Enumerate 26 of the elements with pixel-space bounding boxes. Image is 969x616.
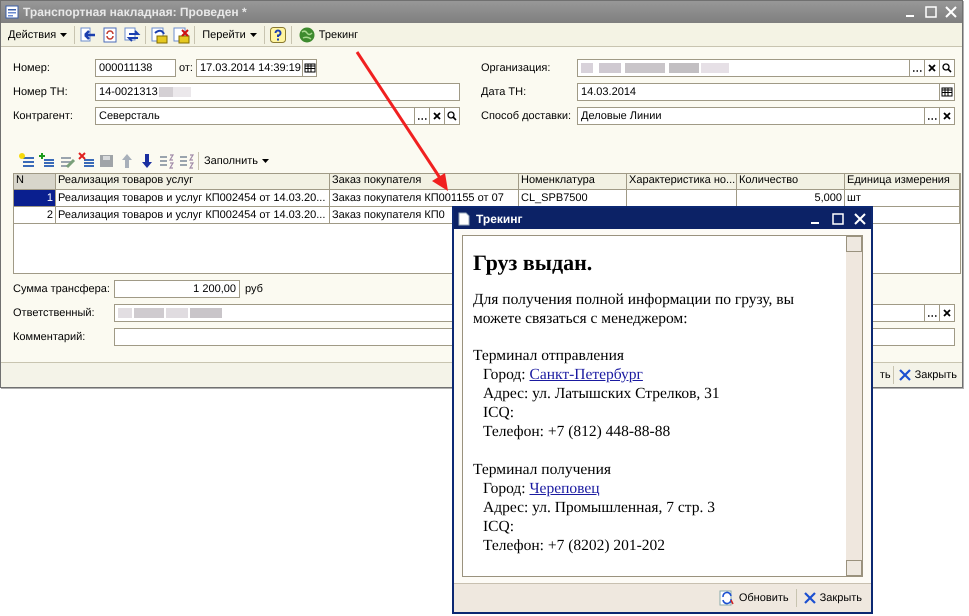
terminal-title: Терминал отправления xyxy=(473,346,625,365)
field-label: Организация: xyxy=(481,62,552,74)
intro-text: Для получения полной информации по грузу, вы можете связаться с менеджером: xyxy=(473,290,795,328)
currency-label: руб xyxy=(245,283,263,295)
icq-label: ICQ: xyxy=(483,518,514,535)
city-label: Город: xyxy=(483,480,526,497)
icq-label: ICQ: xyxy=(483,404,514,421)
field-label: Номер: xyxy=(13,62,51,74)
field-label: Дата ТН: xyxy=(481,86,528,98)
city-label: Город: xyxy=(483,366,526,383)
terminal-title: Терминал получения xyxy=(473,460,612,479)
field-label: Сумма трансфера: xyxy=(13,283,111,295)
table-cell: Реализация товаров и услуг КП002454 от 14.03.20... xyxy=(56,207,330,224)
address-text: Адрес: ул. Латышских Стрелков, 31 xyxy=(483,385,720,402)
address-text: Адрес: ул. Промышленная, 7 стр. 3 xyxy=(483,499,715,516)
window-title: Транспортная накладная: Проведен * xyxy=(23,5,247,19)
table-cell: Реализация товаров и услуг КП002454 от 14.03.20... xyxy=(56,190,330,207)
phone-text: Телефон: +7 (8202) 201-202 xyxy=(483,537,666,554)
field-label: Контрагент: xyxy=(13,110,74,122)
field-label: Ответственный: xyxy=(13,307,96,319)
field-label: Способ доставки: xyxy=(481,110,572,122)
field-label: Номер ТН: xyxy=(13,86,69,98)
status-heading: Груз выдан. xyxy=(473,250,594,276)
field-label: Комментарий: xyxy=(13,331,86,343)
field-label: от: xyxy=(178,62,194,74)
phone-text: Телефон: +7 (812) 448-88-88 xyxy=(483,423,670,440)
